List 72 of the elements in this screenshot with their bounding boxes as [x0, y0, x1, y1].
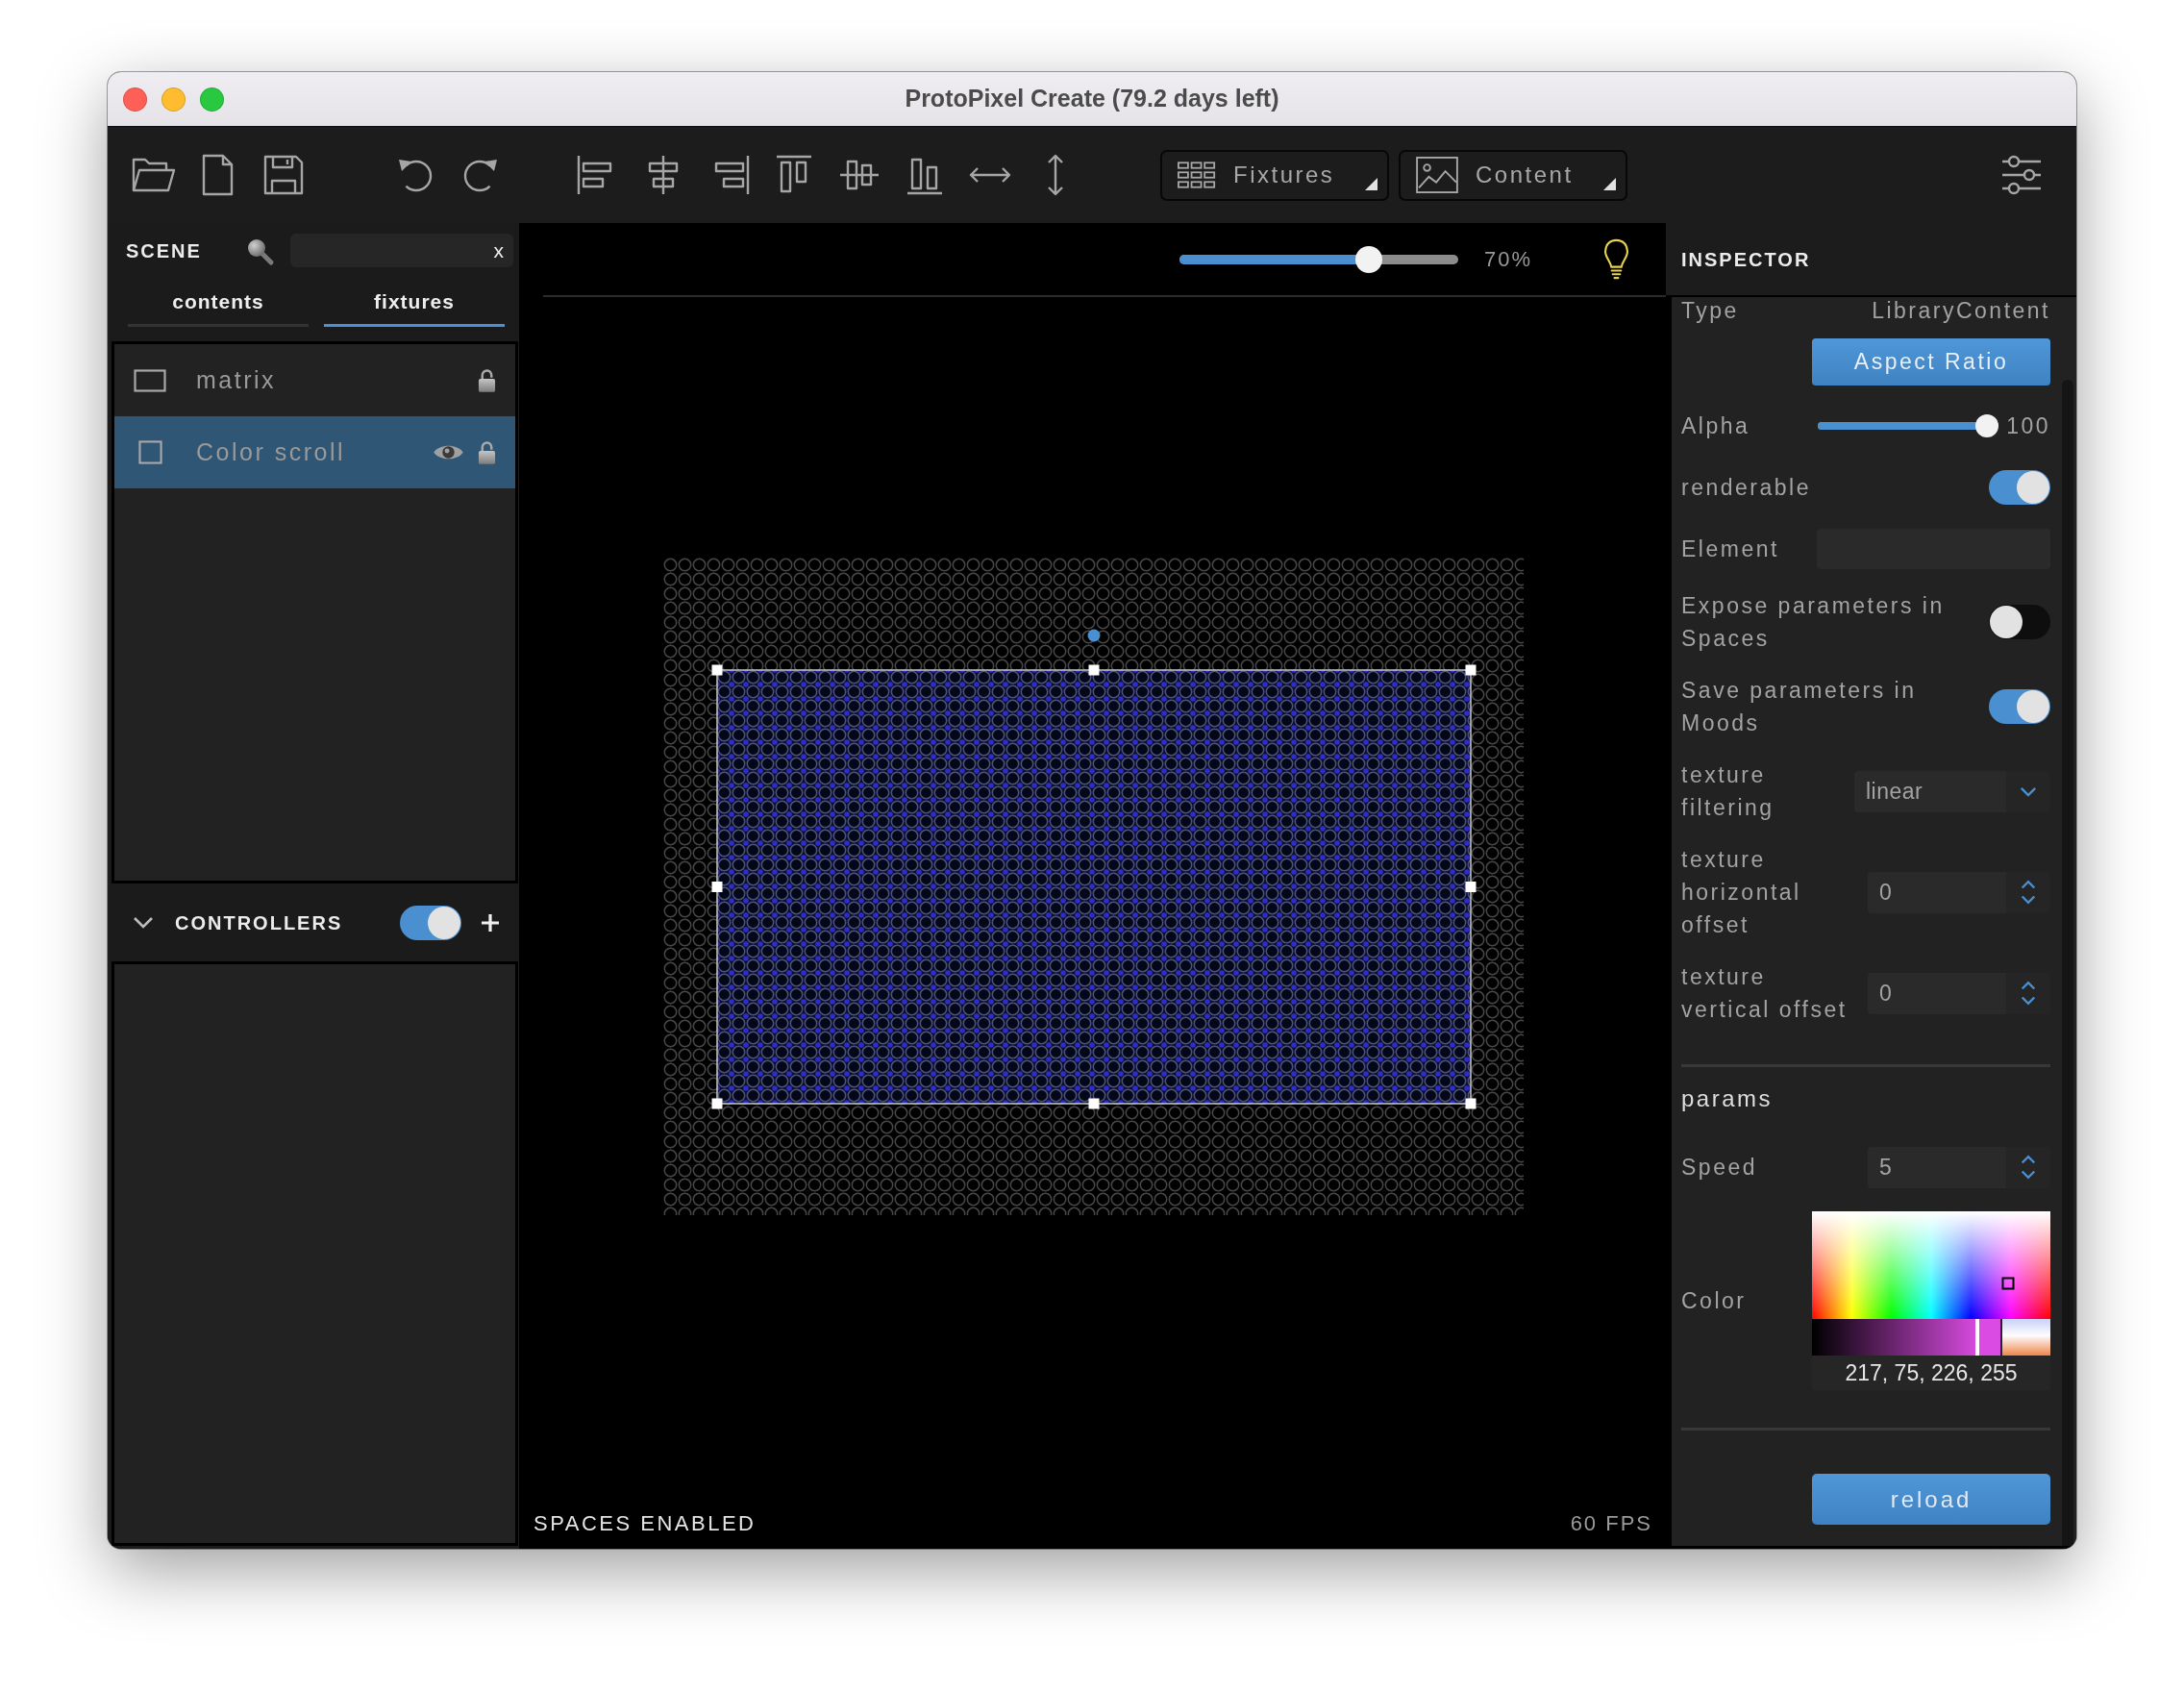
window-title: ProtoPixel Create (79.2 days left)	[905, 84, 1279, 114]
slider-thumb[interactable]	[1355, 245, 1383, 273]
number-field[interactable]: 0	[1868, 871, 2050, 913]
list-item[interactable]: matrix	[114, 344, 515, 416]
field-label: texture horizontal offset	[1681, 846, 1802, 939]
resize-handle[interactable]	[711, 1098, 723, 1109]
section-title: params	[1681, 1084, 1774, 1113]
picker-cursor[interactable]	[2001, 1277, 2015, 1290]
brightness-thumb[interactable]	[1975, 1319, 1980, 1356]
field-label: Type	[1681, 297, 1740, 324]
resize-handle[interactable]	[1465, 882, 1477, 892]
slider-reading: 100	[2006, 411, 2050, 440]
field-label: Speed	[1681, 1154, 1758, 1182]
field-label: Save parameters in Moods	[1681, 677, 1918, 737]
section-title: CONTROLLERS	[175, 910, 343, 935]
toggle-switch[interactable]	[1989, 605, 2050, 639]
field-label: texture vertical offset	[1681, 963, 1849, 1024]
corner-triangle-icon	[1365, 177, 1377, 190]
lock-icon[interactable]	[478, 367, 496, 393]
resize-handle[interactable]	[1465, 664, 1477, 676]
number-field[interactable]: 0	[1868, 972, 2050, 1014]
field-value: LibraryContent	[1872, 297, 2050, 324]
field-label: texture filtering	[1681, 761, 1775, 822]
dropdown-field[interactable]: linear	[1854, 770, 2050, 812]
fps-counter: 60 FPS	[1570, 1509, 1652, 1537]
panel-title: INSPECTOR	[1681, 247, 1811, 272]
resize-handle[interactable]	[1088, 1098, 1100, 1109]
brightness-track[interactable]	[1812, 1319, 2000, 1356]
chevron-icon[interactable]	[133, 915, 154, 930]
clear-button[interactable]: x	[489, 240, 508, 261]
dropdown-button[interactable]: Content	[1399, 149, 1627, 201]
lightbulb-icon[interactable]	[1603, 237, 1629, 281]
panel-title: SCENE	[126, 238, 202, 263]
number-field[interactable]: 5	[1868, 1146, 2050, 1188]
aspect-ratio-button[interactable]: Aspect Ratio	[1812, 338, 2050, 386]
tab[interactable]: contents	[128, 279, 309, 327]
field-label: Expose parameters in Spaces	[1681, 592, 1946, 653]
toggle-switch[interactable]	[400, 905, 461, 940]
field-label: renderable	[1681, 474, 1812, 502]
resize-handle[interactable]	[1465, 1098, 1477, 1109]
search-icon[interactable]	[245, 236, 273, 264]
rectangle-icon	[134, 368, 166, 392]
search-field[interactable]: x	[289, 234, 513, 267]
color-spectrum[interactable]	[1812, 1211, 2050, 1319]
reload-button[interactable]: reload	[1812, 1474, 2050, 1525]
resize-handle[interactable]	[711, 664, 723, 676]
zoom-slider[interactable]	[1179, 245, 1458, 273]
toggle-switch[interactable]	[1989, 470, 2050, 505]
tab[interactable]: fixtures	[324, 279, 505, 327]
grid-icon	[1178, 161, 1216, 189]
field-label: Alpha	[1681, 412, 1751, 440]
field-label: Element	[1681, 535, 1780, 563]
chevron-down-icon	[2020, 785, 2037, 797]
scrollbar[interactable]	[2062, 380, 2073, 1546]
alpha-slider[interactable]	[1818, 414, 1999, 437]
resize-handle[interactable]	[711, 882, 723, 892]
status-text: SPACES ENABLED	[534, 1509, 757, 1537]
dropdown-button[interactable]: Fixtures	[1160, 149, 1389, 201]
resize-handle[interactable]	[1088, 664, 1100, 676]
toggle-switch[interactable]	[1989, 689, 2050, 724]
close-button[interactable]	[123, 87, 147, 112]
lock-icon[interactable]	[478, 439, 496, 465]
image-icon	[1416, 157, 1458, 193]
slider-thumb[interactable]	[1975, 414, 1999, 437]
rotate-handle[interactable]	[1087, 629, 1101, 642]
gradient-swatch	[2002, 1319, 2050, 1356]
square-icon	[137, 440, 162, 464]
plus-icon[interactable]	[481, 912, 500, 933]
zoom-reading: 70%	[1483, 246, 1532, 273]
field-label: Color	[1681, 1287, 1748, 1315]
color-value: 217, 75, 226, 255	[1812, 1356, 2050, 1390]
corner-triangle-icon	[1603, 177, 1616, 190]
